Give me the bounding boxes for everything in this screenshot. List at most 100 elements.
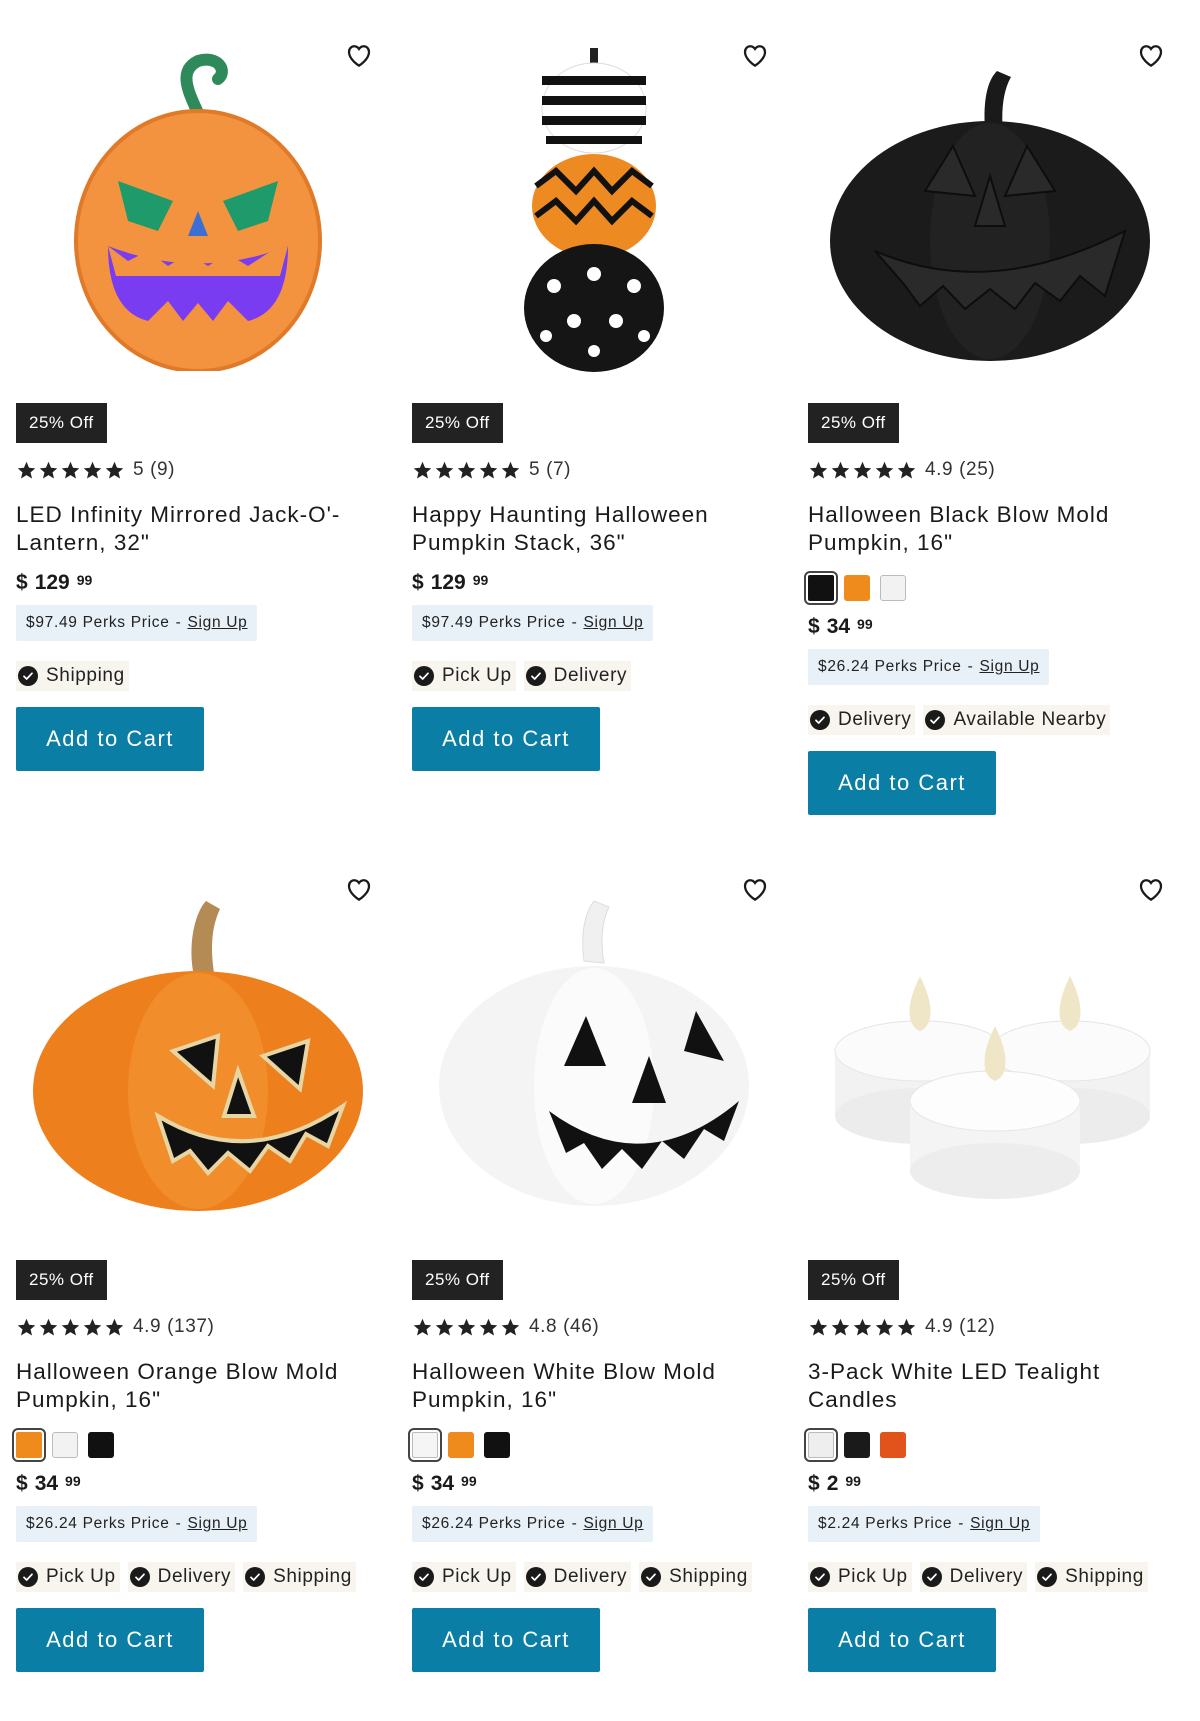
swatch-orange[interactable] bbox=[12, 1428, 46, 1462]
perks-separator: - bbox=[958, 1515, 965, 1532]
heart-icon[interactable] bbox=[344, 874, 374, 904]
star-icon bbox=[82, 1317, 103, 1338]
product-image[interactable] bbox=[408, 852, 780, 1260]
star-icon bbox=[500, 460, 521, 481]
fulfillment-options: Pick Up Delivery Shipping bbox=[412, 1562, 776, 1592]
rating[interactable]: 4.9 (25) bbox=[808, 453, 1172, 487]
price-currency: $ bbox=[412, 1472, 424, 1495]
swatch-orange[interactable] bbox=[880, 1432, 906, 1458]
add-to-cart-button[interactable]: Add to Cart bbox=[16, 707, 204, 771]
fulfillment-option[interactable]: Delivery bbox=[808, 705, 916, 735]
heart-icon[interactable] bbox=[1136, 874, 1166, 904]
fulfillment-option[interactable]: Shipping bbox=[16, 661, 129, 691]
fulfillment-option[interactable]: Pick Up bbox=[412, 661, 516, 691]
fulfillment-option[interactable]: Pick Up bbox=[16, 1562, 120, 1592]
rating[interactable]: 5 (7) bbox=[412, 453, 776, 487]
add-to-cart-button[interactable]: Add to Cart bbox=[808, 1608, 996, 1672]
swatch-white[interactable] bbox=[804, 1428, 838, 1462]
swatch-black[interactable] bbox=[844, 1432, 870, 1458]
sign-up-link[interactable]: Sign Up bbox=[970, 1515, 1030, 1532]
fulfillment-option[interactable]: Shipping bbox=[1035, 1562, 1148, 1592]
color-swatches bbox=[12, 1428, 380, 1462]
star-rating-icons bbox=[412, 1317, 521, 1338]
product-image[interactable] bbox=[12, 852, 384, 1260]
fulfillment-option[interactable]: Delivery bbox=[523, 661, 632, 691]
swatch-white[interactable] bbox=[408, 1428, 442, 1462]
add-to-cart-button[interactable]: Add to Cart bbox=[16, 1608, 204, 1672]
price-dollars: 34 bbox=[34, 1472, 59, 1495]
color-swatches bbox=[804, 571, 1172, 605]
product-title[interactable]: Halloween White Blow Mold Pumpkin, 16" bbox=[412, 1358, 772, 1414]
fulfillment-option[interactable]: Delivery bbox=[127, 1562, 236, 1592]
add-to-cart-button[interactable]: Add to Cart bbox=[808, 751, 996, 815]
product-title[interactable]: 3-Pack White LED Tealight Candles bbox=[808, 1358, 1168, 1414]
fulfillment-label: Shipping bbox=[1065, 1566, 1144, 1587]
discount-badge: 25% Off bbox=[16, 403, 107, 443]
check-icon bbox=[810, 710, 830, 730]
product-image[interactable] bbox=[804, 18, 1176, 403]
star-rating-icons bbox=[16, 460, 125, 481]
star-icon bbox=[82, 460, 103, 481]
heart-icon[interactable] bbox=[740, 874, 770, 904]
product-image[interactable] bbox=[408, 18, 780, 403]
heart-icon[interactable] bbox=[1136, 40, 1166, 70]
rating[interactable]: 4.9 (12) bbox=[808, 1310, 1172, 1344]
product-title[interactable]: Halloween Orange Blow Mold Pumpkin, 16" bbox=[16, 1358, 376, 1414]
rating[interactable]: 4.8 (46) bbox=[412, 1310, 776, 1344]
star-icon bbox=[830, 1317, 851, 1338]
price: $ 129 99 bbox=[16, 571, 380, 595]
heart-icon[interactable] bbox=[344, 40, 374, 70]
sign-up-link[interactable]: Sign Up bbox=[187, 614, 247, 631]
fulfillment-label: Pick Up bbox=[838, 1566, 908, 1587]
star-icon bbox=[38, 1317, 59, 1338]
swatch-white[interactable] bbox=[880, 575, 906, 601]
product-title[interactable]: LED Infinity Mirrored Jack-O'-Lantern, 3… bbox=[16, 501, 376, 557]
product-title[interactable]: Halloween Black Blow Mold Pumpkin, 16" bbox=[808, 501, 1168, 557]
rating[interactable]: 4.9 (137) bbox=[16, 1310, 380, 1344]
star-icon bbox=[412, 460, 433, 481]
swatch-black[interactable] bbox=[484, 1432, 510, 1458]
check-icon bbox=[18, 1567, 38, 1587]
rating[interactable]: 5 (9) bbox=[16, 453, 380, 487]
heart-icon[interactable] bbox=[740, 40, 770, 70]
led-tealight-candles-image bbox=[834, 976, 1151, 1199]
sign-up-link[interactable]: Sign Up bbox=[187, 1515, 247, 1532]
sign-up-link[interactable]: Sign Up bbox=[583, 614, 643, 631]
star-icon bbox=[38, 460, 59, 481]
swatch-orange[interactable] bbox=[448, 1432, 474, 1458]
product-image[interactable] bbox=[804, 852, 1176, 1260]
fulfillment-option[interactable]: Shipping bbox=[243, 1562, 356, 1592]
sign-up-link[interactable]: Sign Up bbox=[583, 1515, 643, 1532]
swatch-orange[interactable] bbox=[844, 575, 870, 601]
check-icon bbox=[925, 710, 946, 730]
swatch-white[interactable] bbox=[52, 1432, 78, 1458]
perks-price-banner: $2.24 Perks Price - Sign Up bbox=[808, 1506, 1041, 1542]
fulfillment-options: Pick Up Delivery Shipping bbox=[808, 1562, 1172, 1592]
product-image[interactable] bbox=[12, 18, 384, 403]
add-to-cart-button[interactable]: Add to Cart bbox=[412, 1608, 600, 1672]
fulfillment-option[interactable]: Delivery bbox=[919, 1562, 1028, 1592]
swatch-black[interactable] bbox=[804, 571, 838, 605]
rating-value: 5 bbox=[529, 459, 541, 480]
perks-price-banner: $97.49 Perks Price - Sign Up bbox=[412, 605, 654, 641]
swatch-black[interactable] bbox=[88, 1432, 114, 1458]
perks-separator: - bbox=[571, 614, 578, 631]
fulfillment-label: Delivery bbox=[949, 1566, 1024, 1587]
fulfillment-option[interactable]: Shipping bbox=[639, 1562, 752, 1592]
fulfillment-label: Pick Up bbox=[442, 665, 512, 686]
fulfillment-options: Pick Up Delivery Shipping bbox=[16, 1562, 380, 1592]
fulfillment-option[interactable]: Pick Up bbox=[808, 1562, 912, 1592]
fulfillment-option[interactable]: Pick Up bbox=[412, 1562, 516, 1592]
fulfillment-label: Shipping bbox=[273, 1566, 352, 1587]
add-to-cart-button[interactable]: Add to Cart bbox=[412, 707, 600, 771]
price-currency: $ bbox=[808, 615, 820, 638]
check-icon bbox=[525, 666, 546, 686]
price-cents: 99 bbox=[65, 1473, 81, 1489]
check-icon bbox=[245, 1567, 266, 1587]
fulfillment-option[interactable]: Delivery bbox=[523, 1562, 632, 1592]
fulfillment-option[interactable]: Available Nearby bbox=[923, 705, 1111, 735]
product-title[interactable]: Happy Haunting Halloween Pumpkin Stack, … bbox=[412, 501, 772, 557]
check-icon bbox=[525, 1567, 546, 1587]
perks-separator: - bbox=[967, 658, 974, 675]
sign-up-link[interactable]: Sign Up bbox=[979, 658, 1039, 675]
